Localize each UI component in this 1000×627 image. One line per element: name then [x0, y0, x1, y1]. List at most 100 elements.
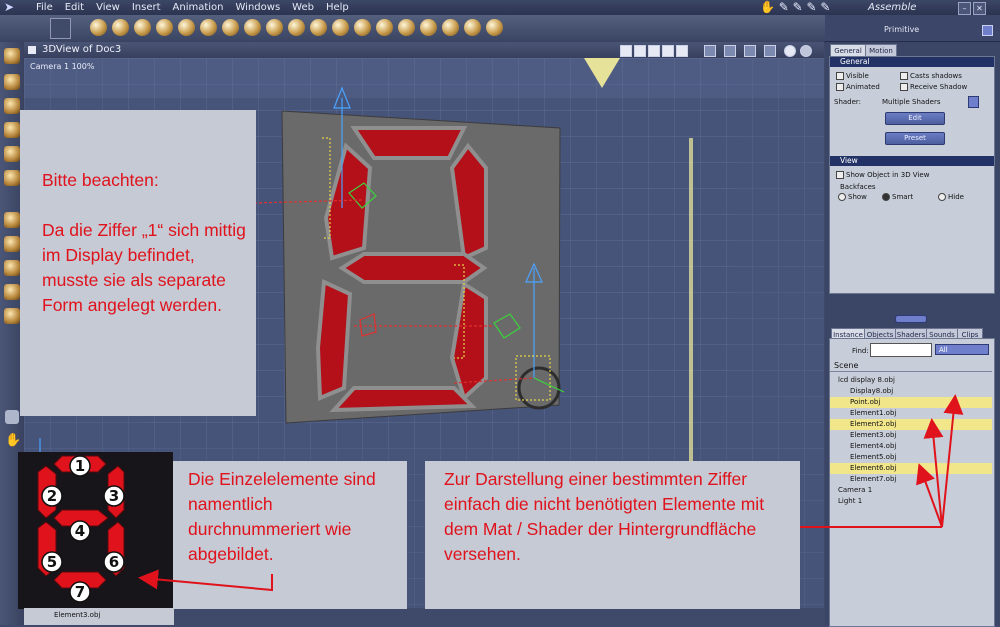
gear-tool-icon[interactable] [244, 19, 261, 36]
preset-button[interactable]: Preset [885, 132, 945, 145]
light-tool-icon[interactable] [486, 19, 503, 36]
tree-row[interactable]: Light 1 [830, 496, 992, 507]
spiral-tool-icon[interactable] [266, 19, 283, 36]
shaded-sphere-icon[interactable] [784, 45, 796, 57]
segment-1 [350, 126, 468, 160]
view-icon-2[interactable] [634, 45, 646, 57]
filter-select[interactable]: All [935, 344, 989, 355]
tree-row[interactable]: Element2.obj [830, 419, 992, 430]
menu-edit[interactable]: Edit [65, 0, 84, 15]
menu-view[interactable]: View [96, 0, 120, 15]
menu-animation[interactable]: Animation [173, 0, 224, 15]
wireframe-icon[interactable] [704, 45, 716, 57]
move-icon[interactable] [4, 212, 20, 228]
segment-5 [315, 278, 353, 401]
find-input[interactable] [870, 343, 932, 357]
menu-insert[interactable]: Insert [132, 0, 161, 15]
annotation-note-2: Die Einzelelemente sind namentlich durch… [173, 461, 407, 609]
pointer-icon[interactable] [4, 74, 20, 90]
capsule-tool-icon[interactable] [310, 19, 327, 36]
show-in-3d-checkbox[interactable]: Show Object in 3D View [836, 171, 929, 179]
view-icon-5[interactable] [676, 45, 688, 57]
view-icon-4[interactable] [662, 45, 674, 57]
smooth-shade-icon[interactable] [764, 45, 776, 57]
primitive-title: Primitive [884, 25, 920, 34]
rotate-icon[interactable] [4, 98, 20, 114]
ring-tool-icon[interactable] [288, 19, 305, 36]
knife-icon[interactable] [4, 146, 20, 162]
camera-tool-icon[interactable] [442, 19, 459, 36]
view-icon-3[interactable] [648, 45, 660, 57]
tree-row[interactable]: Element6.obj [830, 463, 992, 474]
camera-view-icon[interactable] [5, 410, 19, 424]
casts-shadows-checkbox[interactable]: Casts shadows [900, 72, 962, 80]
segment-diagram: 1 2 3 4 5 6 7 [18, 452, 173, 609]
menu-help[interactable]: Help [326, 0, 349, 15]
hidden-line-icon[interactable] [724, 45, 736, 57]
tree-row[interactable]: lcd display 8.obj [830, 375, 992, 386]
tree-row[interactable]: Point.obj [830, 397, 992, 408]
visible-checkbox[interactable]: Visible [836, 72, 869, 80]
receive-shadow-checkbox[interactable]: Receive Shadow [900, 83, 967, 91]
scale-icon[interactable] [4, 122, 20, 138]
receive-shadow-label: Receive Shadow [910, 83, 968, 91]
app-logo-icon[interactable]: ➤ [4, 0, 26, 15]
close-icon[interactable]: ✕ [973, 2, 986, 15]
room-icons[interactable]: ✋ ✎ ✎ ✎ ✎ [760, 0, 860, 15]
orbit-icon[interactable] [4, 284, 20, 300]
minimize-icon[interactable]: – [958, 2, 971, 15]
view-section-title[interactable]: View [830, 156, 994, 166]
target-tool-icon[interactable] [464, 19, 481, 36]
general-section-title[interactable]: General [830, 57, 994, 67]
tree-row[interactable]: Element3.obj [830, 430, 992, 441]
sphere-tool-icon[interactable] [90, 19, 107, 36]
bowl-tool-icon[interactable] [376, 19, 393, 36]
panel-menu-icon[interactable] [982, 25, 993, 36]
torus-tool-icon[interactable] [134, 19, 151, 36]
hand-icon[interactable]: ✋ [5, 434, 21, 448]
cube-tool-icon[interactable] [200, 19, 217, 36]
segment-diagram-svg: 1 2 3 4 5 6 7 [37, 455, 125, 603]
pan-icon[interactable] [4, 236, 20, 252]
menu-web[interactable]: Web [292, 0, 314, 15]
splitter-handle[interactable] [895, 315, 927, 323]
zoom-icon[interactable] [4, 308, 20, 324]
animated-label: Animated [846, 83, 880, 91]
segment-7 [329, 386, 477, 413]
visible-label: Visible [846, 72, 869, 80]
arrow-tool-icon[interactable] [398, 19, 415, 36]
cylinder-tool-icon[interactable] [178, 19, 195, 36]
shader-dropdown-icon[interactable] [968, 96, 979, 108]
select-arrow-icon[interactable] [4, 48, 20, 64]
cone-tool-icon[interactable] [112, 19, 129, 36]
backface-smart-radio[interactable]: Smart [882, 193, 913, 201]
tree-row[interactable]: Element1.obj [830, 408, 992, 419]
shape-tool-icon[interactable] [420, 19, 437, 36]
plane-tool-icon[interactable] [156, 19, 173, 36]
menu-windows[interactable]: Windows [236, 0, 281, 15]
view-icon-1[interactable] [620, 45, 632, 57]
digit-label: 4 [75, 522, 85, 540]
view-menu-icon[interactable] [28, 46, 36, 54]
pyramid-tool-icon[interactable] [222, 19, 239, 36]
tree-row[interactable]: Display8.obj [830, 386, 992, 397]
backface-hide-radio[interactable]: Hide [938, 193, 964, 201]
digit-label: 5 [47, 553, 57, 571]
edit-button[interactable]: Edit [885, 112, 945, 125]
room-name: Assemble [868, 2, 917, 13]
backface-show-radio[interactable]: Show [838, 193, 867, 201]
tree-row[interactable]: Element4.obj [830, 441, 992, 452]
animated-checkbox[interactable]: Animated [836, 83, 880, 91]
tree-row[interactable]: Element7.obj [830, 474, 992, 485]
tree-row[interactable]: Camera 1 [830, 485, 992, 496]
dolly-icon[interactable] [4, 260, 20, 276]
flat-shade-icon[interactable] [744, 45, 756, 57]
tree-row[interactable]: Element5.obj [830, 452, 992, 463]
lathe-tool-icon[interactable] [354, 19, 371, 36]
render-sphere-icon[interactable] [800, 45, 812, 57]
casts-shadows-label: Casts shadows [910, 72, 962, 80]
chain-icon[interactable] [4, 170, 20, 186]
menu-file[interactable]: File [36, 0, 53, 15]
text-tool-icon[interactable] [332, 19, 349, 36]
wand-icon[interactable] [50, 18, 71, 39]
